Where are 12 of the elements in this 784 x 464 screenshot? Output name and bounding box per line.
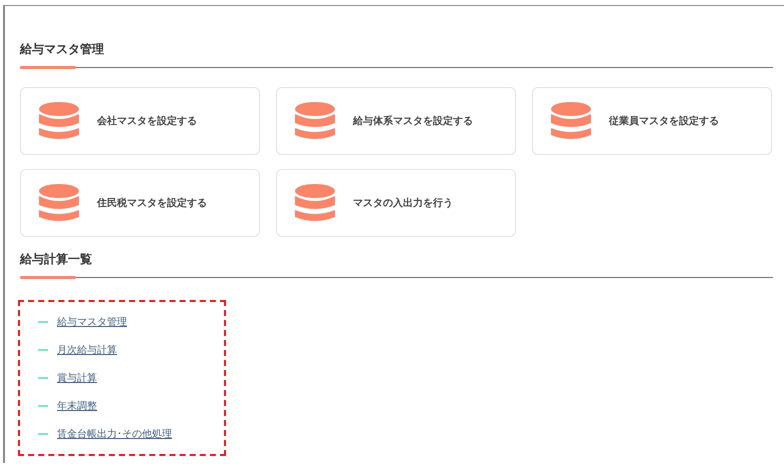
menu-link[interactable]: 年末調整: [57, 399, 97, 413]
master-card[interactable]: 会社マスタを設定する: [20, 87, 260, 155]
menu-link[interactable]: 月次給与計算: [57, 343, 117, 357]
section-heading: 給与計算一覧: [20, 251, 92, 268]
master-card[interactable]: 従業員マスタを設定する: [532, 87, 772, 155]
master-card[interactable]: 給与体系マスタを設定する: [276, 87, 516, 155]
section-heading: 給与マスタ管理: [20, 41, 104, 58]
master-card[interactable]: マスタの入出力を行う: [276, 169, 516, 237]
menu-link[interactable]: 給与マスタ管理: [57, 315, 127, 329]
menu-link[interactable]: 賃金台帳出力･その他処理: [57, 427, 172, 441]
master-card[interactable]: 住民税マスタを設定する: [20, 169, 260, 237]
menu-link[interactable]: 賞与計算: [57, 371, 97, 385]
